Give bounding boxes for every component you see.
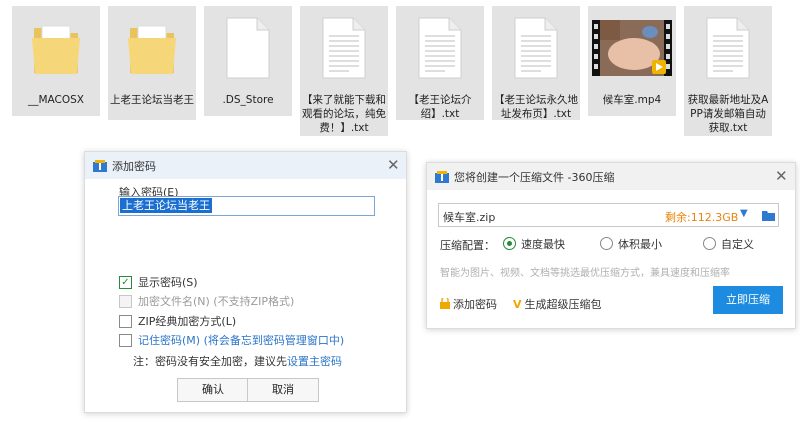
show-password-checkbox[interactable]: ✓ bbox=[119, 275, 132, 289]
security-note: 注：密码没有安全加密，建议先设置主密码 bbox=[133, 353, 342, 369]
file-name: 上老王论坛当老王 bbox=[108, 90, 196, 120]
radio-custom[interactable] bbox=[703, 237, 716, 250]
zip-classic-label: ZIP经典加密方式(L) bbox=[138, 315, 237, 328]
remaining-space: 剩余:112.3GB bbox=[665, 211, 739, 224]
dialog-title: 您将创建一个压缩文件 -360压缩 bbox=[454, 170, 615, 184]
super-v-icon: V bbox=[513, 298, 522, 311]
video-thumbnail bbox=[592, 20, 672, 76]
option-fastest-label: 速度最快 bbox=[521, 238, 565, 251]
blank-file-icon bbox=[226, 17, 270, 79]
text-file-icon bbox=[706, 17, 750, 79]
chevron-down-icon[interactable]: ▼ bbox=[740, 208, 748, 219]
file-item-txt[interactable]: 获取最新地址及APP请发邮箱自动获取.txt bbox=[684, 6, 772, 136]
archive-filename: 候车室.zip bbox=[443, 211, 496, 224]
dialog-title-bar: 您将创建一个压缩文件 -360压缩 bbox=[427, 163, 795, 190]
option-fastest[interactable]: 速度最快 bbox=[503, 236, 565, 252]
file-name: .DS_Store bbox=[204, 90, 292, 116]
archive-name-field[interactable]: 候车室.zip 剩余:112.3GB ▼ bbox=[438, 203, 779, 227]
compress-now-button[interactable]: 立即压缩 bbox=[713, 286, 783, 314]
show-password-option[interactable]: ✓ 显示密码(S) bbox=[119, 274, 198, 290]
encrypt-filenames-label: 加密文件名(N) (不支持ZIP格式) bbox=[138, 295, 295, 308]
remember-password-checkbox[interactable] bbox=[119, 333, 132, 347]
close-icon[interactable]: ✕ bbox=[387, 157, 400, 173]
file-name: __MACOSX bbox=[12, 90, 100, 116]
radio-fastest[interactable] bbox=[503, 237, 516, 250]
text-file-icon bbox=[514, 17, 558, 79]
file-item-ds-store[interactable]: .DS_Store bbox=[204, 6, 292, 116]
add-password-label: 添加密码 bbox=[453, 298, 497, 311]
compress-dialog: 您将创建一个压缩文件 -360压缩 ✕ 候车室.zip 剩余:112.3GB ▼… bbox=[426, 162, 796, 329]
close-icon[interactable]: ✕ bbox=[775, 168, 788, 184]
remember-password-option[interactable]: 记住密码(M) (将会备忘到密码管理窗口中) bbox=[119, 332, 344, 348]
ok-button[interactable]: 确认 bbox=[177, 378, 249, 402]
encrypt-filenames-checkbox[interactable] bbox=[119, 294, 132, 308]
file-item-txt[interactable]: 【老王论坛介绍】.txt bbox=[396, 6, 484, 120]
super-zip-link[interactable]: V 生成超级压缩包 bbox=[513, 296, 602, 312]
file-item-txt[interactable]: 【来了就能下载和观看的论坛，纯免费！】.txt bbox=[300, 6, 388, 136]
file-name: 【老王论坛介绍】.txt bbox=[396, 90, 484, 120]
folder-icon bbox=[32, 25, 80, 74]
file-item-folder[interactable]: 上老王论坛当老王 bbox=[108, 6, 196, 120]
compression-hint: 智能为图片、视频、文档等挑选最优压缩方式，兼具速度和压缩率 bbox=[440, 268, 730, 279]
dialog-title: 添加密码 bbox=[112, 159, 156, 173]
cancel-button[interactable]: 取消 bbox=[247, 378, 319, 402]
option-custom[interactable]: 自定义 bbox=[703, 236, 754, 252]
text-file-icon bbox=[322, 17, 366, 79]
file-name: 候车室.mp4 bbox=[588, 90, 676, 116]
password-value: 上老王论坛当老王 bbox=[120, 198, 212, 213]
super-zip-label: 生成超级压缩包 bbox=[524, 298, 602, 311]
option-smallest[interactable]: 体积最小 bbox=[600, 236, 662, 252]
archive-icon bbox=[435, 170, 449, 183]
add-password-dialog: 添加密码 ✕ 输入密码(E) 上老王论坛当老王 ✓ 显示密码(S) 加密文件名(… bbox=[84, 151, 407, 413]
set-master-password-link[interactable]: 设置主密码 bbox=[287, 355, 342, 368]
file-name: 【来了就能下载和观看的论坛，纯免费！】.txt bbox=[300, 90, 388, 136]
security-note-text: 注：密码没有安全加密，建议先 bbox=[133, 355, 287, 368]
remember-password-label: 记住密码(M) (将会备忘到密码管理窗口中) bbox=[138, 334, 345, 347]
config-label: 压缩配置： bbox=[440, 239, 495, 252]
file-name: 【老王论坛永久地址发布页】.txt bbox=[492, 90, 580, 120]
dialog-title-bar: 添加密码 bbox=[85, 152, 406, 179]
zip-classic-option[interactable]: ZIP经典加密方式(L) bbox=[119, 313, 236, 329]
folder-icon bbox=[128, 25, 176, 74]
zip-classic-checkbox[interactable] bbox=[119, 314, 132, 328]
folder-browse-icon[interactable] bbox=[762, 210, 775, 221]
add-password-link[interactable]: 添加密码 bbox=[440, 296, 497, 312]
option-custom-label: 自定义 bbox=[721, 238, 754, 251]
archive-icon bbox=[93, 159, 107, 172]
encrypt-filenames-option[interactable]: 加密文件名(N) (不支持ZIP格式) bbox=[119, 293, 294, 309]
radio-smallest[interactable] bbox=[600, 237, 613, 250]
file-item-video[interactable]: 候车室.mp4 bbox=[588, 6, 676, 116]
text-file-icon bbox=[418, 17, 462, 79]
file-name: 获取最新地址及APP请发邮箱自动获取.txt bbox=[684, 90, 772, 136]
file-item-macosx[interactable]: __MACOSX bbox=[12, 6, 100, 116]
show-password-label: 显示密码(S) bbox=[138, 276, 198, 289]
file-item-txt[interactable]: 【老王论坛永久地址发布页】.txt bbox=[492, 6, 580, 120]
lock-icon bbox=[440, 296, 450, 309]
option-smallest-label: 体积最小 bbox=[618, 238, 662, 251]
password-input[interactable]: 上老王论坛当老王 bbox=[118, 196, 375, 216]
